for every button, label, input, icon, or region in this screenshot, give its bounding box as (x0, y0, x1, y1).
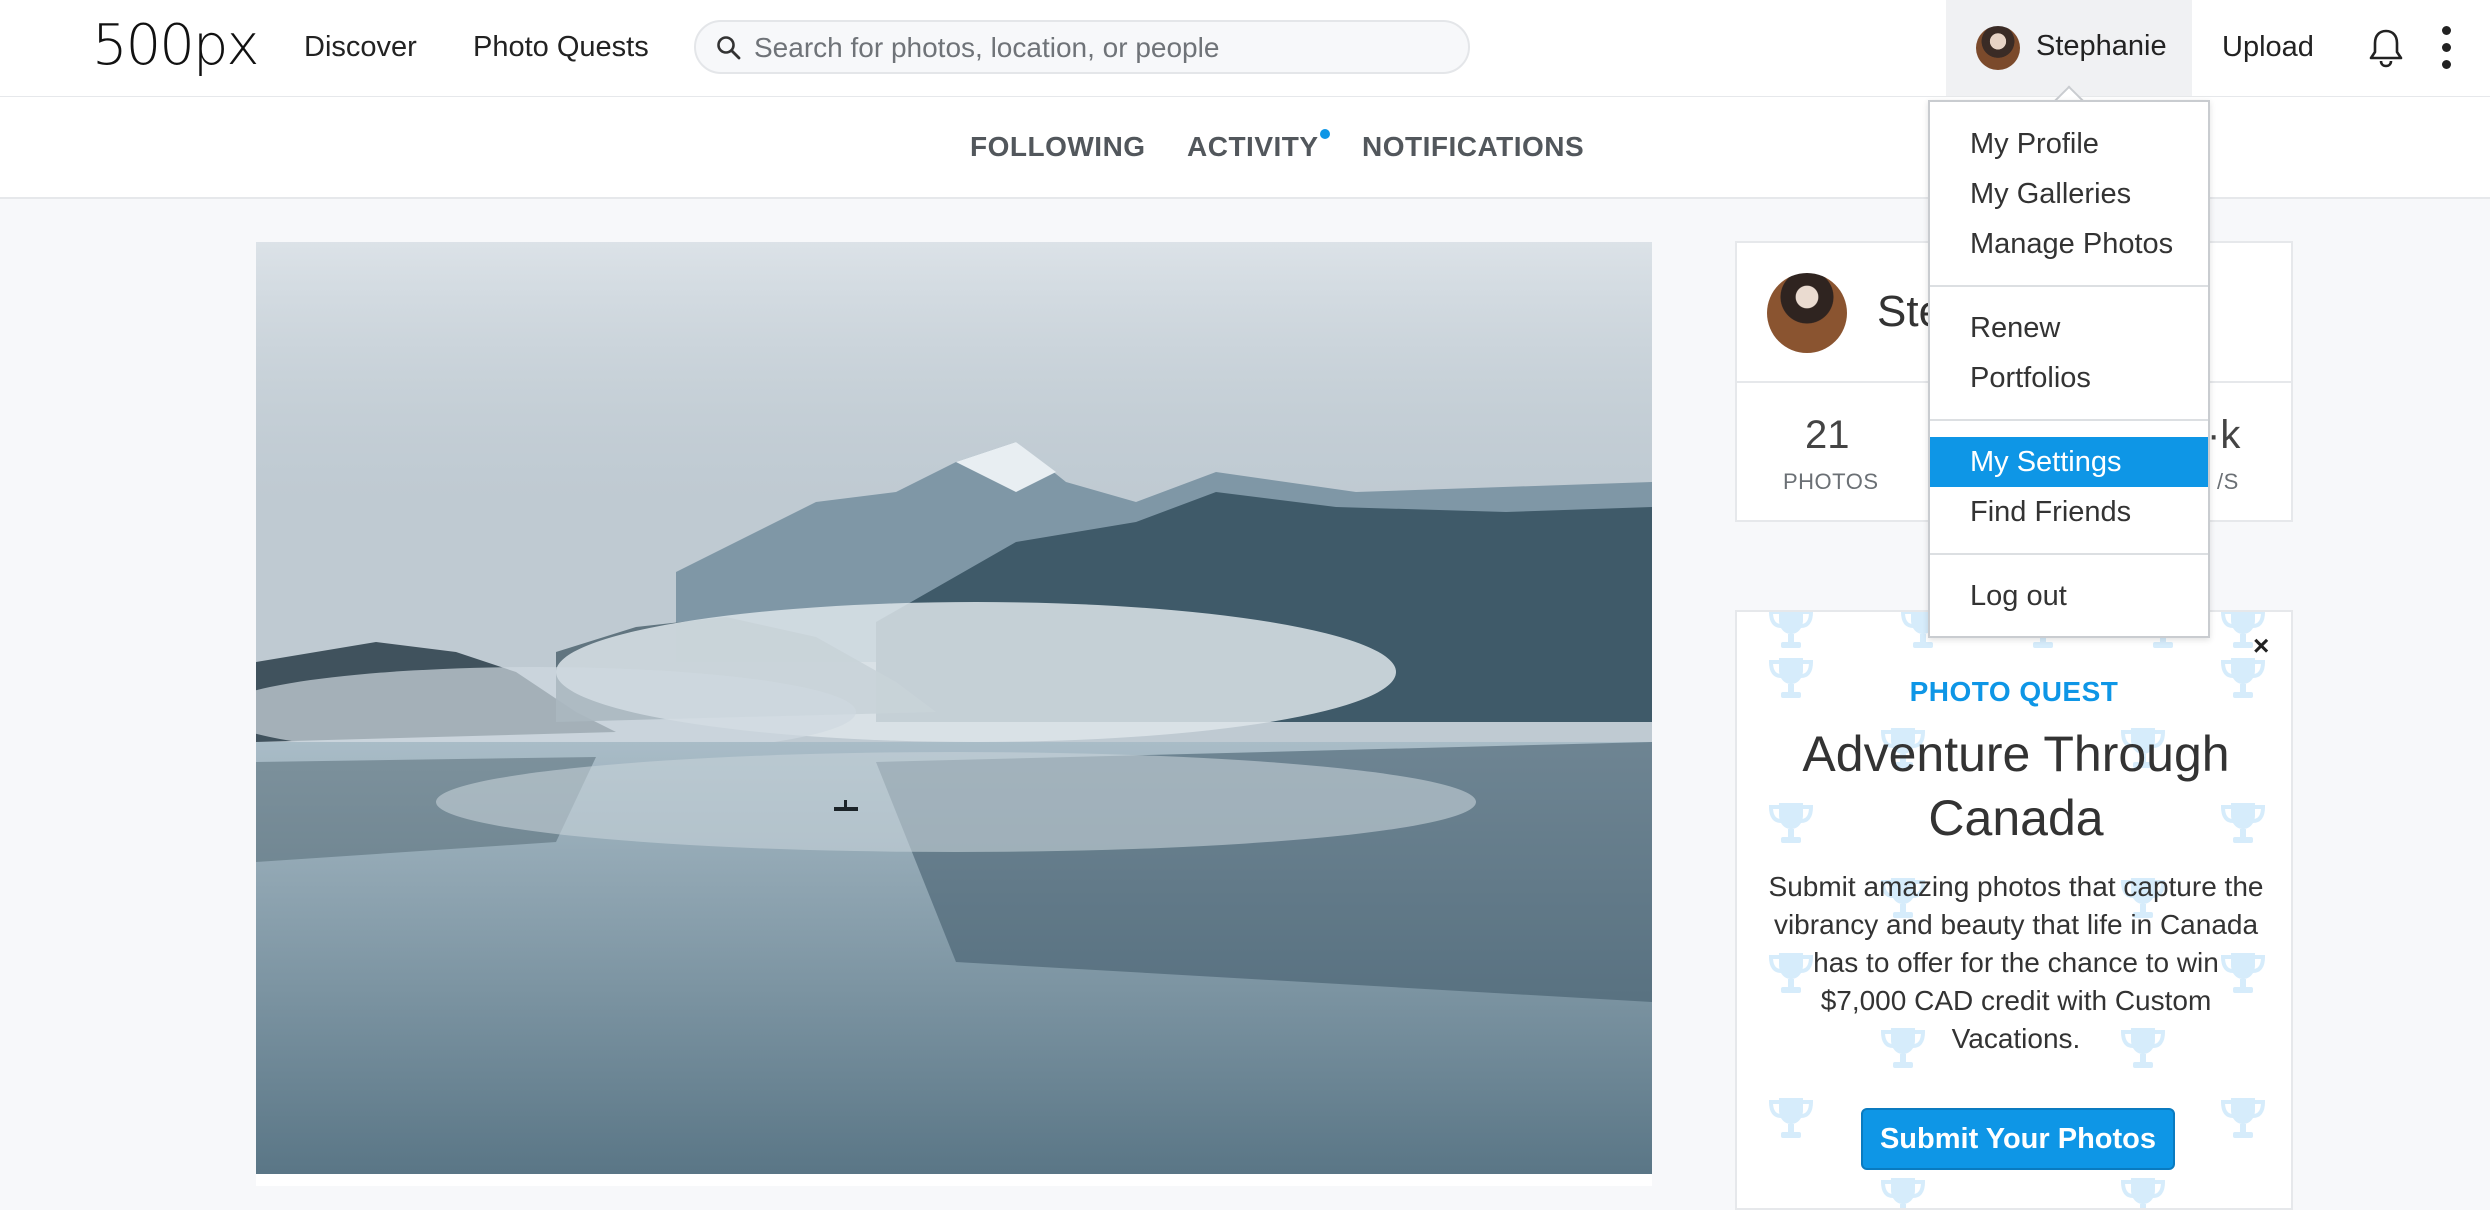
landscape-image (256, 242, 1652, 1174)
activity-unread-dot (1320, 129, 1330, 139)
trophy-icon (2117, 1172, 2169, 1208)
trophy-icon (1765, 1092, 1817, 1149)
user-dropdown-menu: My Profile My Galleries Manage Photos Re… (1928, 100, 2210, 638)
trophy-icon (2217, 1092, 2269, 1149)
trophy-icon (1877, 1172, 1929, 1208)
menu-item-portfolios[interactable]: Portfolios (1930, 353, 2208, 403)
profile-avatar[interactable] (1767, 273, 1847, 353)
logo-text: 500px (92, 13, 260, 78)
search-icon (717, 36, 741, 60)
photo-footer (256, 1174, 1652, 1186)
submit-photos-button[interactable]: Submit Your Photos (1861, 1108, 2175, 1170)
bell-icon[interactable] (2368, 28, 2404, 68)
menu-item-my-profile[interactable]: My Profile (1930, 119, 2208, 169)
menu-item-my-galleries[interactable]: My Galleries (1930, 169, 2208, 219)
feed-photo[interactable] (256, 242, 1652, 1174)
close-icon[interactable]: × (2253, 630, 2269, 662)
views-label: /S (2217, 469, 2239, 494)
menu-item-my-settings[interactable]: My Settings (1930, 437, 2208, 487)
nav-link-discover[interactable]: Discover (304, 30, 417, 64)
photos-count: 21 (1805, 413, 1850, 457)
avatar (1976, 26, 2020, 70)
tab-following[interactable]: FOLLOWING (970, 131, 1146, 163)
search-input[interactable] (752, 30, 1446, 66)
views-count: ·k (2207, 413, 2241, 457)
user-menu-button[interactable]: Stephanie (1946, 0, 2192, 96)
menu-item-log-out[interactable]: Log out (1930, 571, 2208, 621)
tab-activity[interactable]: ACTIVITY (1187, 131, 1319, 163)
menu-item-renew[interactable]: Renew (1930, 303, 2208, 353)
menu-item-manage-photos[interactable]: Manage Photos (1930, 219, 2208, 269)
top-navigation-bar: 500px Discover Photo Quests Stephanie Up… (0, 0, 2490, 98)
more-vertical-icon[interactable] (2440, 26, 2452, 70)
nav-link-photo-quests[interactable]: Photo Quests (473, 30, 649, 64)
user-name: Stephanie (2036, 30, 2167, 62)
quest-title[interactable]: Adventure Through Canada (1757, 722, 2275, 850)
menu-item-find-friends[interactable]: Find Friends (1930, 487, 2208, 537)
quest-description: Submit amazing photos that capture the v… (1768, 871, 2264, 1054)
photos-label: PHOTOS (1783, 469, 1879, 494)
menu-divider (1930, 553, 2208, 555)
menu-divider (1930, 285, 2208, 287)
quest-label: PHOTO QUEST (1909, 676, 2119, 707)
logo-500px[interactable]: 500px (92, 18, 260, 74)
menu-divider (1930, 419, 2208, 421)
tab-notifications[interactable]: NOTIFICATIONS (1362, 131, 1584, 163)
upload-link[interactable]: Upload (2222, 30, 2314, 64)
photo-quest-card: × PHOTO QUEST Adventure Through Canada S… (1735, 610, 2293, 1210)
search-bar[interactable] (694, 20, 1470, 74)
